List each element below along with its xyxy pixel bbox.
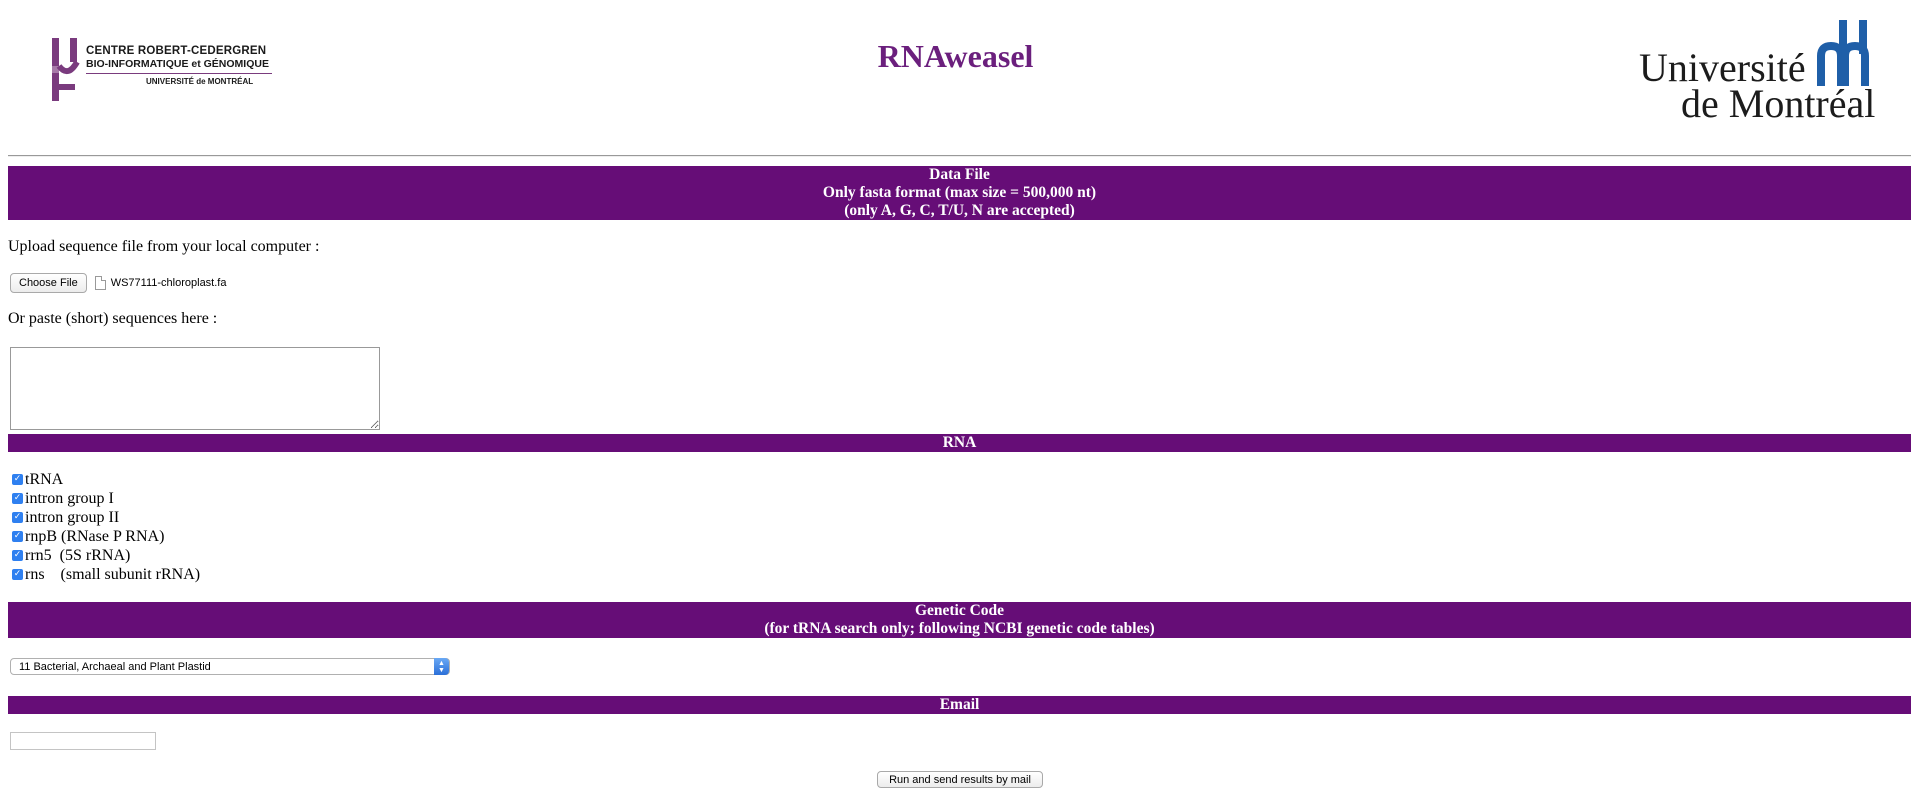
logo-line-3: UNIVERSITÉ de MONTRÉAL [146,77,254,86]
email-field[interactable] [10,732,156,750]
rna-heading: RNA [942,434,977,451]
genetic-code-band: Genetic Code (for tRNA search only; foll… [8,602,1911,638]
checkbox-trna[interactable]: ✓ [12,474,23,485]
rna-option-intron-group-ii[interactable]: ✓ intron group II [10,508,200,527]
header-divider [8,155,1911,157]
rna-option-trna[interactable]: ✓ tRNA [10,470,200,489]
rna-option-label: rns (small subunit rRNA) [25,565,201,583]
genetic-code-selected-value: 11 Bacterial, Archaeal and Plant Plastid [19,660,211,673]
rna-option-label: intron group I [25,489,114,507]
data-file-heading: Data File [929,166,990,183]
chosen-file-name: WS77111-chloroplast.fa [110,277,227,289]
rna-option-label: tRNA [25,470,64,488]
checkbox-intron-group-ii[interactable]: ✓ [12,512,23,523]
udem-emblem-icon [1817,20,1869,86]
run-and-send-button[interactable]: Run and send results by mail [877,771,1043,788]
checkbox-rnpb[interactable]: ✓ [12,531,23,542]
rna-option-label: intron group II [25,508,120,526]
rna-option-rrn5[interactable]: ✓ rrn5 (5S rRNA) [10,546,200,565]
choose-file-button[interactable]: Choose File [10,273,87,293]
checkbox-rns[interactable]: ✓ [12,569,23,580]
chevron-up-down-icon: ▲ ▼ [434,658,449,675]
rna-option-label: rrn5 (5S rRNA) [25,546,131,564]
page-title: RNAweasel [877,38,1034,74]
genetic-code-heading: Genetic Code [914,602,1005,619]
upload-label: Upload sequence file from your local com… [8,238,320,255]
page-header: CENTRE ROBERT-CEDERGREN BIO-INFORMATIQUE… [0,0,1911,150]
rna-option-rnpb[interactable]: ✓ rnpB (RNase P RNA) [10,527,200,546]
email-heading: Email [939,696,980,713]
rna-options-list: ✓ tRNA ✓ intron group I ✓ intron group I… [10,470,200,584]
udem-logo: Université de Montréal [1635,18,1885,126]
rna-band: RNA [8,434,1911,452]
genetic-code-select[interactable]: 11 Bacterial, Archaeal and Plant Plastid… [10,658,450,675]
udem-logo-line-2: de Montréal [1681,81,1876,126]
paste-label: Or paste (short) sequences here : [8,310,218,327]
rna-option-intron-group-i[interactable]: ✓ intron group I [10,489,200,508]
checkbox-intron-group-i[interactable]: ✓ [12,493,23,504]
data-file-accepted-note: (only A, G, C, T/U, N are accepted) [844,202,1075,219]
data-file-band: Data File Only fasta format (max size = … [8,166,1911,220]
checkbox-rrn5[interactable]: ✓ [12,550,23,561]
email-band: Email [8,696,1911,714]
rna-option-rns[interactable]: ✓ rns (small subunit rRNA) [10,565,200,584]
sequence-textarea[interactable] [10,347,380,430]
file-upload-control[interactable]: Choose File WS77111-chloroplast.fa [10,273,227,293]
file-icon [94,276,106,290]
genetic-code-note: (for tRNA search only; following NCBI ge… [764,620,1155,637]
rna-option-label: rnpB (RNase P RNA) [25,527,165,545]
data-file-format-note: Only fasta format (max size = 500,000 nt… [822,184,1097,201]
